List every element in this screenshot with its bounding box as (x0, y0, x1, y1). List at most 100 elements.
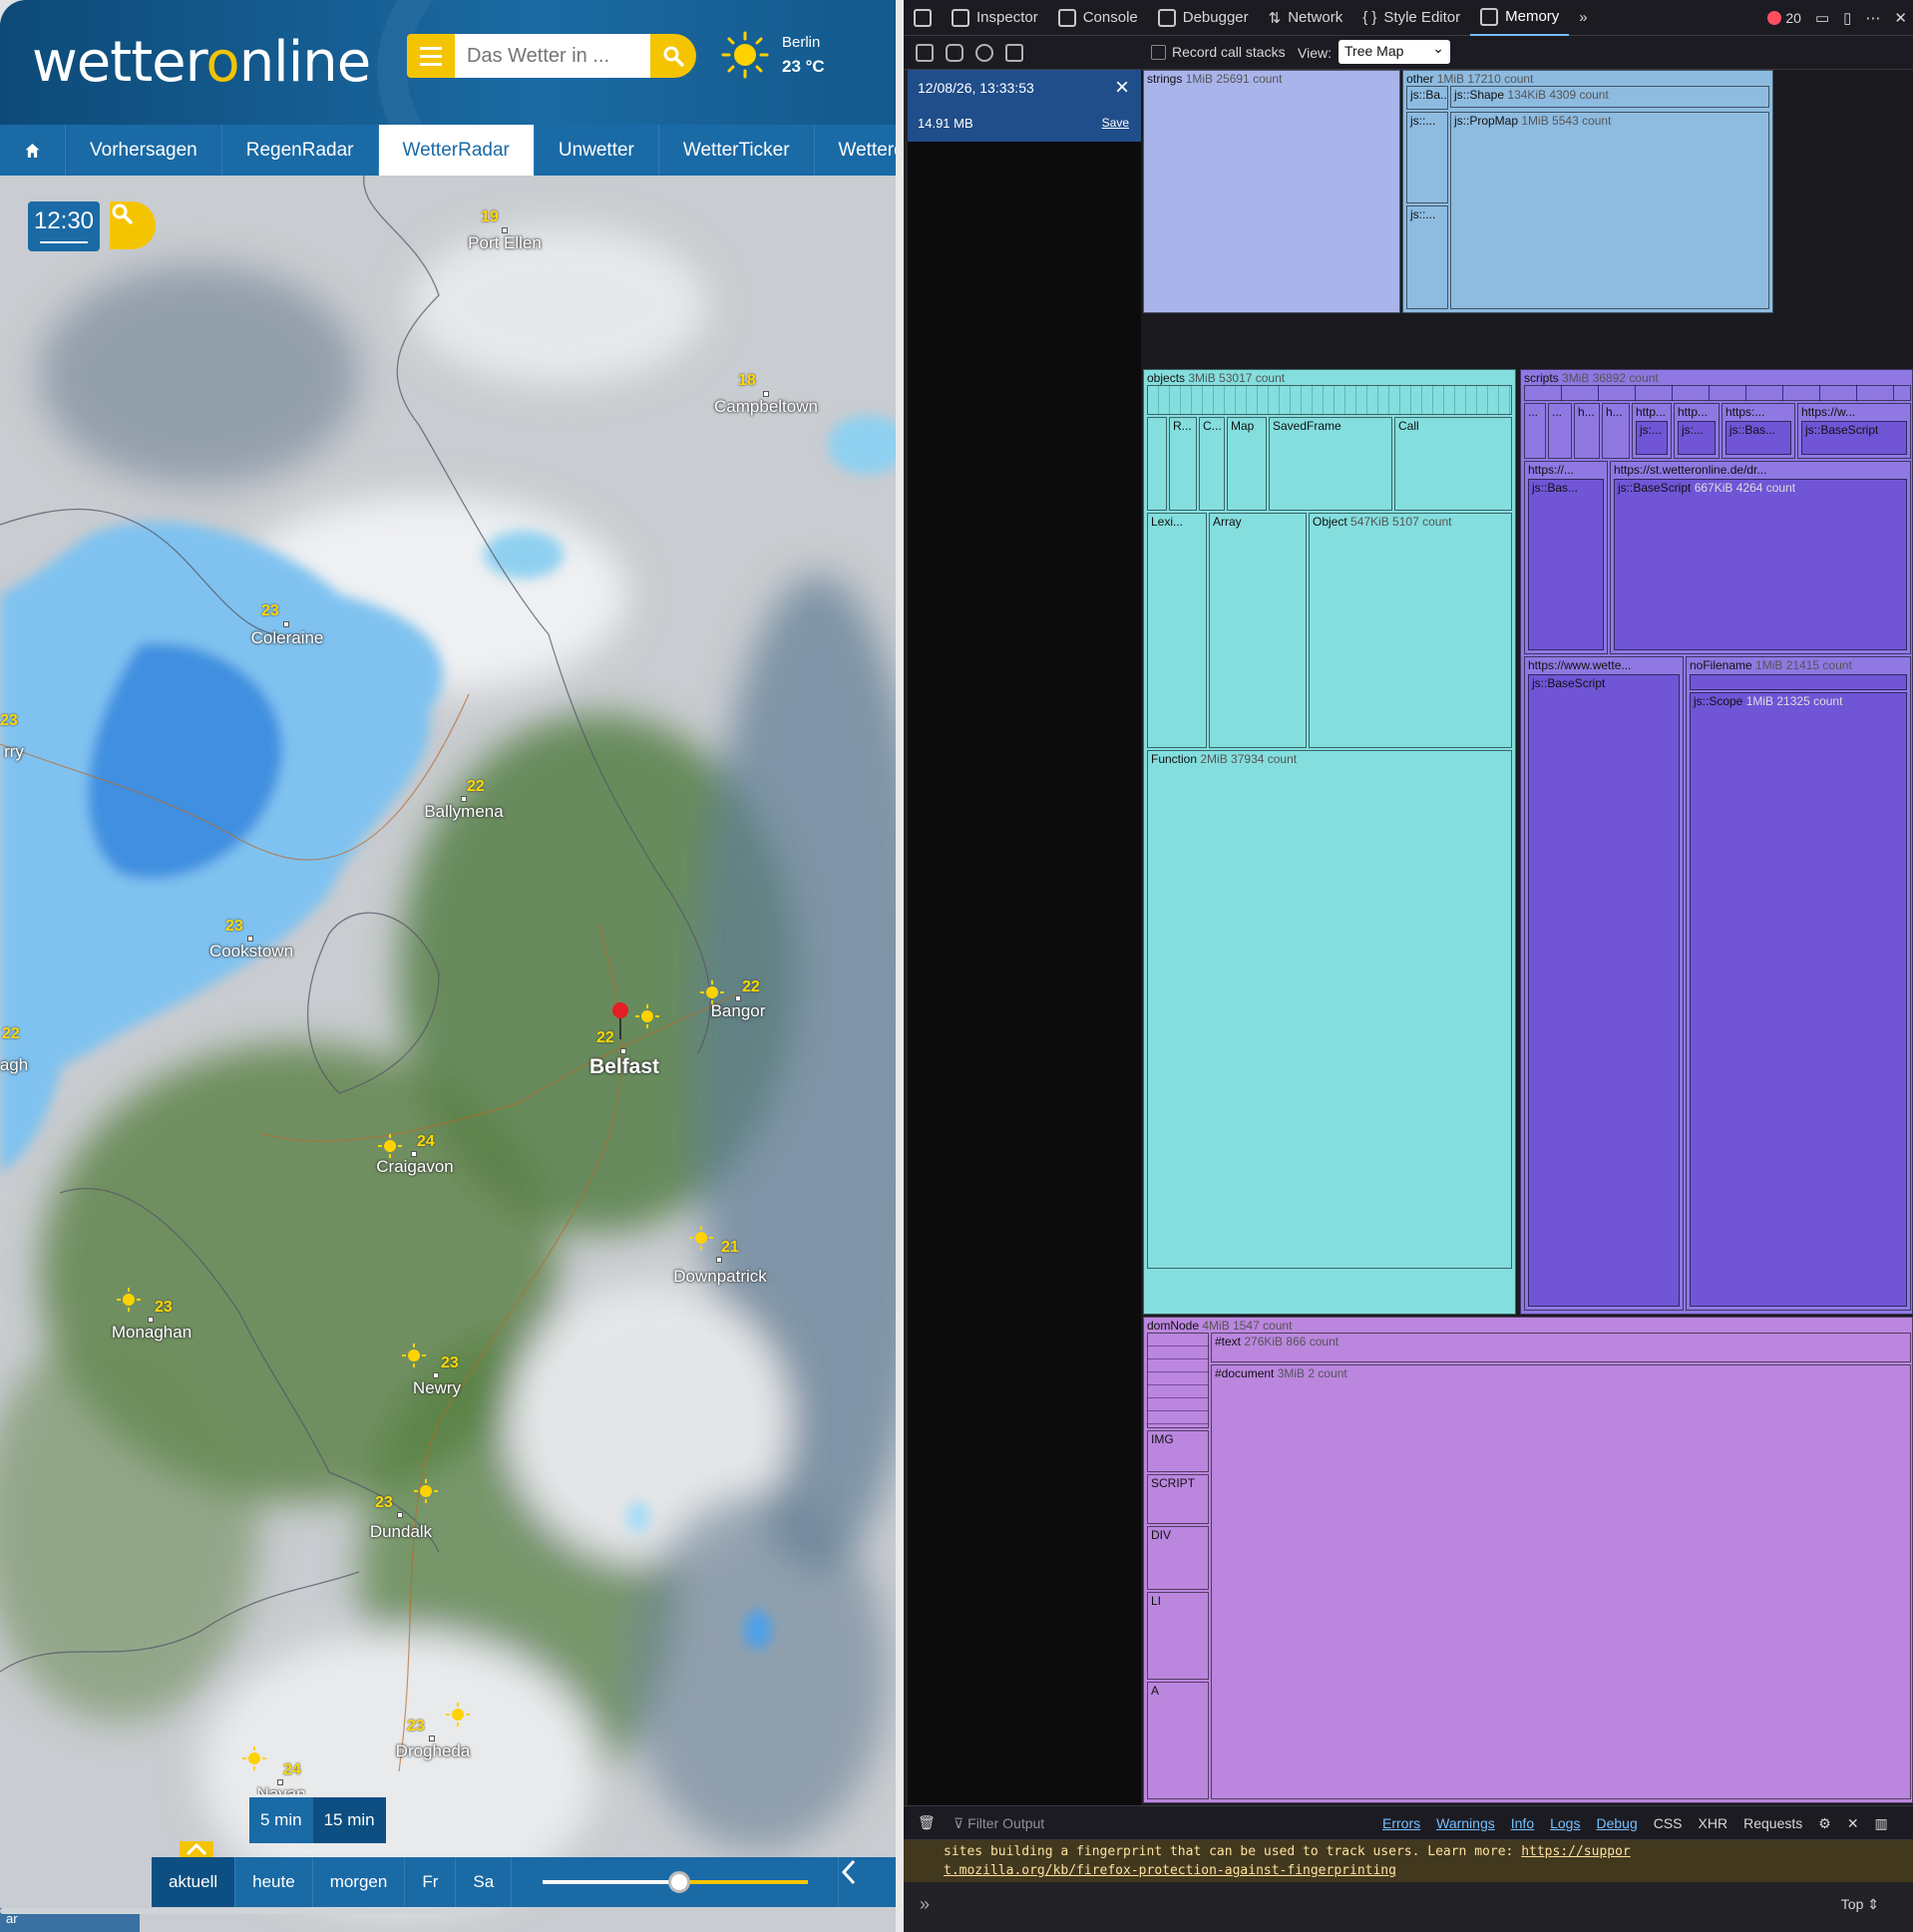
trash-icon[interactable]: 🗑 (918, 1814, 936, 1831)
city-label[interactable]: Navan (256, 1784, 305, 1794)
treemap-node[interactable]: ... (1548, 403, 1572, 459)
split-console-icon[interactable]: ▭ (1815, 9, 1829, 27)
treemap-node[interactable]: strings 1MiB 25691 count (1143, 70, 1400, 313)
interval-15min[interactable]: 15 min (312, 1797, 386, 1843)
treemap-node[interactable]: Call (1394, 417, 1512, 511)
city-label-belfast[interactable]: Belfast (589, 1055, 659, 1079)
filter-css[interactable]: CSS (1654, 1815, 1683, 1832)
treemap-node[interactable]: js:... (1678, 421, 1716, 455)
city-label[interactable]: Dundalk (370, 1522, 432, 1542)
sidebar-toggle-icon[interactable]: ▥ (1875, 1815, 1888, 1832)
collapse-timeline-button[interactable] (838, 1857, 896, 1907)
treemap-node[interactable]: Function 2MiB 37934 count (1147, 750, 1512, 1269)
expand-panel-button[interactable] (180, 1841, 213, 1857)
tab-inspector[interactable]: Inspector (942, 0, 1048, 36)
view-select[interactable]: Tree Map (1339, 40, 1450, 64)
clear-snapshots-icon[interactable] (916, 44, 934, 62)
radar-time-display[interactable]: 12:30 (28, 201, 100, 251)
time-tab-sa[interactable]: Sa (456, 1857, 513, 1907)
treemap-node[interactable]: js::BaseScript (1801, 421, 1907, 455)
location-search-input[interactable] (455, 34, 650, 78)
nav-regenradar[interactable]: RegenRadar (222, 125, 379, 176)
filter-errors[interactable]: Errors (1382, 1815, 1420, 1832)
treemap-node[interactable]: js::Bas... (1528, 479, 1604, 650)
current-weather-temp[interactable]: 23 °C (782, 57, 825, 77)
timeline-slider-handle[interactable] (668, 1871, 690, 1893)
city-label[interactable]: Downpatrick (673, 1267, 767, 1287)
treemap-node[interactable]: SCRIPT (1147, 1474, 1209, 1524)
city-label[interactable]: Monaghan (112, 1323, 191, 1343)
treemap-node[interactable] (1147, 417, 1167, 511)
time-tab-aktuell[interactable]: aktuell (152, 1857, 236, 1907)
snapshot-save-link[interactable]: Save (1102, 116, 1129, 130)
current-weather-city[interactable]: Berlin (782, 34, 820, 51)
search-button[interactable] (650, 34, 696, 78)
time-tab-fr[interactable]: Fr (405, 1857, 457, 1907)
close-icon[interactable]: × (1115, 74, 1129, 102)
import-snapshot-icon[interactable] (1005, 44, 1023, 62)
console-filter-input[interactable]: ⊽ Filter Output (954, 1815, 1044, 1832)
filter-debug[interactable]: Debug (1596, 1815, 1637, 1832)
treemap-node[interactable]: IMG (1147, 1430, 1209, 1472)
treemap-node[interactable]: js::Shape 134KiB 4309 count (1450, 86, 1769, 108)
time-tab-heute[interactable]: heute (235, 1857, 313, 1907)
treemap-node[interactable]: Object 547KiB 5107 count (1309, 513, 1512, 748)
treemap-node[interactable]: C... (1199, 417, 1225, 511)
message-link-cont[interactable]: t.mozilla.org/kb/firefox-protection-agai… (944, 1863, 1396, 1878)
treemap-small-nodes[interactable] (1147, 1333, 1209, 1428)
record-call-stacks-checkbox[interactable]: Record call stacks (1151, 44, 1286, 60)
map-search-button[interactable] (110, 201, 156, 249)
treemap-node[interactable]: js:... (1636, 421, 1668, 455)
context-selector[interactable]: Top ⇕ (1841, 1896, 1879, 1913)
take-snapshot-icon[interactable] (946, 44, 963, 62)
time-tab-morgen[interactable]: morgen (313, 1857, 406, 1907)
tab-style-editor[interactable]: { } Style Editor (1352, 0, 1470, 36)
more-tabs-button[interactable]: » (1569, 0, 1597, 36)
nav-vorhersagen[interactable]: Vorhersagen (66, 125, 222, 176)
treemap-node[interactable]: js::PropMap 1MiB 5543 count (1450, 112, 1769, 309)
treemap-node[interactable]: R... (1169, 417, 1197, 511)
interval-5min[interactable]: 5 min (249, 1797, 313, 1843)
treemap-node[interactable]: Array (1209, 513, 1307, 748)
tab-console[interactable]: Console (1048, 0, 1148, 36)
treemap-node[interactable]: h... (1574, 403, 1600, 459)
menu-button[interactable] (407, 34, 455, 78)
treemap-node[interactable] (1690, 674, 1907, 690)
city-label[interactable]: Cookstown (209, 942, 293, 962)
message-link[interactable]: https://suppor (1521, 1844, 1631, 1859)
treemap-node[interactable]: h... (1602, 403, 1630, 459)
nav-wetterradar[interactable]: WetterRadar (378, 125, 535, 176)
close-icon[interactable]: ✕ (1847, 1815, 1859, 1832)
treemap-small-nodes[interactable] (1524, 385, 1911, 401)
city-label[interactable]: rry (4, 742, 24, 762)
treemap-node[interactable]: Map (1227, 417, 1267, 511)
responsive-design-icon[interactable]: ▯ (1843, 9, 1851, 27)
filter-requests[interactable]: Requests (1743, 1815, 1802, 1832)
nav-unwetter[interactable]: Unwetter (535, 125, 659, 176)
treemap-node[interactable]: #text 276KiB 866 count (1211, 1333, 1911, 1362)
tab-debugger[interactable]: Debugger (1148, 0, 1259, 36)
diff-snapshots-icon[interactable] (975, 44, 993, 62)
checkbox[interactable] (1151, 44, 1166, 60)
filter-xhr[interactable]: XHR (1699, 1815, 1728, 1832)
treemap-small-nodes[interactable] (1147, 385, 1512, 415)
city-label[interactable]: Ballymena (424, 802, 503, 822)
pane-divider[interactable] (896, 0, 904, 1932)
element-picker-button[interactable] (904, 0, 942, 36)
city-label[interactable]: Campbeltown (714, 397, 818, 417)
treemap-node[interactable]: js::BaseScript (1528, 674, 1680, 1307)
snapshot-item[interactable]: 12/08/26, 13:33:53 × 14.91 MB Save (908, 70, 1141, 142)
close-icon[interactable]: ✕ (1894, 9, 1907, 27)
more-options-icon[interactable]: ⋯ (1865, 9, 1880, 27)
treemap-node[interactable]: js::BaseScript 667KiB 4264 count (1614, 479, 1907, 650)
treemap-node[interactable]: DIV (1147, 1526, 1209, 1590)
treemap-node[interactable]: ... (1524, 403, 1546, 459)
treemap-node[interactable]: Lexi... (1147, 513, 1207, 748)
city-label[interactable]: Drogheda (396, 1741, 471, 1761)
filter-info[interactable]: Info (1511, 1815, 1534, 1832)
nav-home[interactable] (0, 125, 66, 176)
city-label[interactable]: Newry (413, 1378, 461, 1398)
treemap-node[interactable]: SavedFrame (1269, 417, 1392, 511)
city-label[interactable]: Craigavon (376, 1157, 454, 1177)
nav-wetterdaten[interactable]: Wetterdaten (815, 125, 896, 176)
